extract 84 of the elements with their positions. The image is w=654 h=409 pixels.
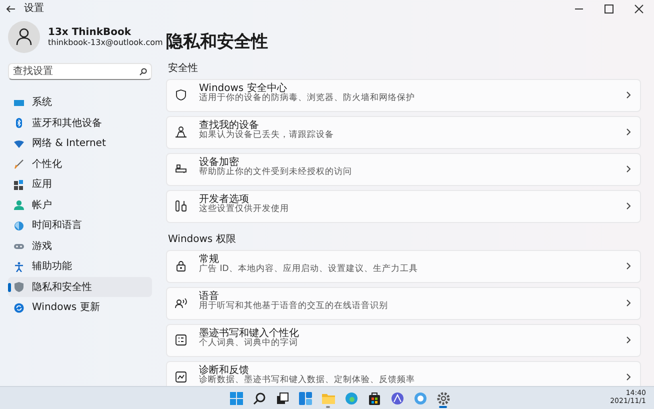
monitor-icon <box>14 98 24 108</box>
folder-icon <box>322 392 335 404</box>
section-heading: Windows 权限 <box>168 232 237 246</box>
window-title: 设置 <box>24 2 44 16</box>
settings-card[interactable]: 开发者选项 这些设置仅供开发使用 <box>166 190 641 223</box>
nav-item[interactable]: 辅助功能 <box>8 256 152 277</box>
nav-item[interactable]: 蓝牙和其他设备 <box>8 112 152 134</box>
nav-item[interactable]: 网络 & Internet <box>8 133 152 154</box>
search-icon[interactable] <box>139 68 147 76</box>
card-title: 常规 <box>199 254 220 265</box>
running-indicator <box>326 406 330 408</box>
user-email: thinkbook-13x@outlook.com <box>48 38 163 48</box>
settings-card[interactable]: Windows 安全中心 适用于你的设备的防病毒、浏览器、防火墙和网络保护 <box>166 78 641 112</box>
person-icon <box>14 200 24 210</box>
card-title: 语音 <box>199 290 219 302</box>
nav-item[interactable]: 时间和语言 <box>8 215 152 236</box>
shield-icon <box>14 282 24 292</box>
bluetooth-icon <box>14 118 24 128</box>
speech-icon <box>175 297 187 310</box>
card-description: 广告 ID、本地内容、应用启动、设置建议、生产力工具 <box>199 265 418 275</box>
chevron-icon <box>624 373 632 382</box>
card-description: 如果认为设备已丢失，请跟踪设备 <box>199 131 334 141</box>
settings-card[interactable]: 语音 用于听写和其他基于语音的交互的在线语音识别 <box>166 286 641 320</box>
card-title: 设备加密 <box>199 156 239 168</box>
form-icon <box>175 334 187 346</box>
nav-item[interactable]: Windows 更新 <box>8 297 152 318</box>
running-indicator <box>439 406 447 408</box>
search-icon <box>253 392 266 404</box>
task-view-icon <box>276 392 289 404</box>
back-icon[interactable] <box>6 4 16 13</box>
card-description: 帮助防止你的文件受到未经授权的访问 <box>199 168 352 178</box>
card-title: 开发者选项 <box>199 194 249 205</box>
sync-icon <box>14 302 24 313</box>
nav-item[interactable]: 帐户 <box>8 194 152 216</box>
settings-card[interactable]: 查找我的设备 如果认为设备已丢失，请跟踪设备 <box>166 116 641 149</box>
user-name: 13x ThinkBook <box>48 27 132 38</box>
card-description: 用于听写和其他基于语音的交互的在线语音识别 <box>199 302 388 312</box>
nav-item[interactable]: 个性化 <box>8 154 152 174</box>
settings-card[interactable]: 常规 广告 ID、本地内容、应用启动、设置建议、生产力工具 <box>166 250 641 283</box>
page-title: 隐私和安全性 <box>166 31 269 54</box>
start-icon <box>230 392 243 404</box>
brush-icon <box>14 159 24 170</box>
chevron-icon <box>624 91 632 100</box>
chevron-icon <box>624 262 632 270</box>
nav-item[interactable]: 隐私和安全性 <box>8 276 152 298</box>
chevron-icon <box>624 299 632 308</box>
store-icon <box>368 392 381 404</box>
nav-item[interactable]: 系统 <box>8 92 152 113</box>
person-location-icon <box>175 126 187 138</box>
chevron-icon <box>624 336 632 344</box>
chevron-icon <box>624 202 632 210</box>
accessibility-icon <box>14 262 24 272</box>
widgets-icon <box>299 392 312 404</box>
app-icon <box>391 392 404 404</box>
settings-card[interactable]: 墨迹书写和键入个性化 个人词典、词典中的字词 <box>166 324 641 357</box>
gamepad-icon <box>14 241 24 252</box>
card-description: 这些设置仅供开发使用 <box>199 205 289 215</box>
chevron-icon <box>624 165 632 174</box>
chart-icon <box>175 371 187 384</box>
shield-icon <box>175 89 187 102</box>
card-title: 墨迹书写和键入个性化 <box>199 328 299 339</box>
settings-card[interactable]: 诊断和反馈 诊断数据、墨迹书写和键入数据、定制体验、反馈频率 <box>166 360 641 386</box>
globe-icon <box>14 220 24 231</box>
tools-icon <box>175 200 187 212</box>
apps-icon <box>14 180 24 190</box>
card-title: Windows 安全中心 <box>199 82 287 94</box>
card-description: 适用于你的设备的防病毒、浏览器、防火墙和网络保护 <box>199 94 415 104</box>
app-icon <box>414 392 427 404</box>
chevron-icon <box>624 128 632 136</box>
card-title: 诊断和反馈 <box>199 364 249 376</box>
nav-item[interactable]: 应用 <box>8 174 152 195</box>
section-heading: 安全性 <box>168 62 199 75</box>
gear-icon <box>437 392 450 404</box>
user-avatar[interactable] <box>8 21 40 54</box>
browser-icon <box>345 392 358 404</box>
card-title: 查找我的设备 <box>199 120 259 131</box>
lock-icon <box>175 260 187 272</box>
nav-item[interactable]: 游戏 <box>8 236 152 256</box>
card-description: 诊断数据、墨迹书写和键入数据、定制体验、反馈频率 <box>199 376 415 386</box>
settings-card[interactable]: 设备加密 帮助防止你的文件受到未经授权的访问 <box>166 152 641 186</box>
card-description: 个人词典、词典中的字词 <box>199 339 299 349</box>
search-field[interactable]: 查找设置 <box>8 63 152 80</box>
drive-lock-icon <box>175 163 187 176</box>
wifi-icon <box>14 138 24 149</box>
